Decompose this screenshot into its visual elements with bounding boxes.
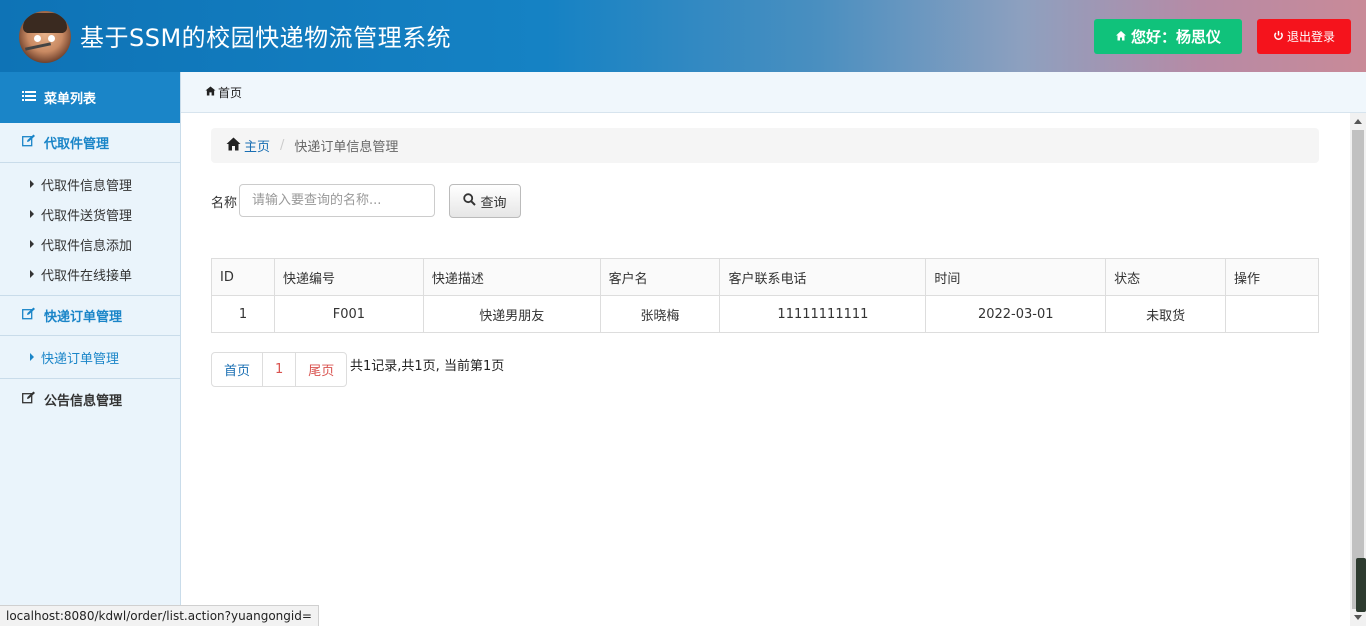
browser-status-bar: localhost:8080/kdwl/order/list.action?yu… [0,605,319,626]
user-greeting-text: 您好：杨思仪 [1130,28,1221,46]
caret-right-icon [30,180,34,188]
orders-table: ID 快递编号 快递描述 客户名 客户联系电话 时间 状态 操作 1 F001 … [211,258,1319,333]
table-row: 1 F001 快递男朋友 张晓梅 11111111111 2022-03-01 … [211,295,1319,333]
edit-icon [22,307,36,324]
main-content: 主页 / 快递订单信息管理 名称 查询 ID 快递编号 快递描述 客户名 客户联… [181,113,1350,626]
vertical-scrollbar[interactable] [1350,113,1366,626]
sidebar-group-notices[interactable]: 公告信息管理 [0,379,180,419]
home-icon [205,85,216,99]
app-header: 基于SSM的校园快递物流管理系统 您好：杨思仪 退出登录 [0,0,1366,72]
list-icon [22,90,36,106]
sidebar-group-pickup-items: 代取件信息管理 代取件送货管理 代取件信息添加 代取件在线接单 [0,163,180,296]
sidebar-item-pickup-delivery[interactable]: 代取件送货管理 [0,199,180,229]
power-icon [1273,30,1284,44]
tab-bar: 首页 [181,72,1366,113]
pagination: 首页 1 尾页 [211,352,348,387]
page-last-link[interactable]: 尾页 [296,353,346,386]
sidebar-group-orders[interactable]: 快递订单管理 [0,296,180,336]
edit-icon [22,391,36,408]
col-time: 时间 [925,258,1107,296]
col-actions: 操作 [1225,258,1319,296]
caret-right-icon [30,240,34,248]
page-number-link[interactable]: 1 [263,353,297,386]
col-status: 状态 [1105,258,1227,296]
logo-avatar [19,11,71,63]
cell-id: 1 [211,295,275,333]
col-desc: 快递描述 [422,258,601,296]
app-title: 基于SSM的校园快递物流管理系统 [80,24,452,52]
cell-actions [1225,295,1319,333]
edit-icon [22,134,36,151]
sidebar-item-pickup-add[interactable]: 代取件信息添加 [0,229,180,259]
sidebar-item-orders[interactable]: 快递订单管理 [0,342,180,372]
page-info: 共1记录,共1页, 当前第1页 [350,359,505,374]
caret-right-icon [30,210,34,218]
sidebar-item-pickup-online[interactable]: 代取件在线接单 [0,259,180,289]
search-label: 名称 [211,196,238,211]
search-input[interactable] [239,184,435,217]
home-icon [1115,28,1127,46]
sidebar-group-orders-items: 快递订单管理 [0,336,180,379]
tab-home[interactable]: 首页 [205,84,242,101]
breadcrumb-separator: / [280,138,285,153]
logout-label: 退出登录 [1286,30,1335,44]
search-button[interactable]: 查询 [449,184,521,218]
breadcrumb-current: 快递订单信息管理 [294,140,399,155]
sidebar-group-pickup[interactable]: 代取件管理 [0,123,180,163]
breadcrumb: 主页 / 快递订单信息管理 [211,128,1319,163]
sidebar-heading: 菜单列表 [0,72,180,123]
cell-customer: 张晓梅 [599,295,721,333]
cell-time: 2022-03-01 [925,295,1107,333]
sidebar-item-pickup-info[interactable]: 代取件信息管理 [0,169,180,199]
col-customer: 客户名 [599,258,721,296]
caret-right-icon [30,353,34,361]
col-code: 快递编号 [273,258,424,296]
cell-phone: 11111111111 [719,295,927,333]
logout-button[interactable]: 退出登录 [1257,19,1351,54]
search-icon [463,192,477,210]
scrollbar-thumb[interactable] [1352,130,1364,609]
table-header-row: ID 快递编号 快递描述 客户名 客户联系电话 时间 状态 操作 [211,258,1319,296]
caret-right-icon [30,270,34,278]
col-phone: 客户联系电话 [719,258,927,296]
side-widget [1356,558,1366,612]
scroll-up-arrow-icon[interactable] [1350,113,1366,130]
page-first-link[interactable]: 首页 [212,353,264,386]
col-id: ID [211,258,275,296]
user-greeting-button[interactable]: 您好：杨思仪 [1094,19,1242,54]
cell-code: F001 [273,295,424,333]
breadcrumb-home[interactable]: 主页 [226,136,270,155]
sidebar: 菜单列表 代取件管理 代取件信息管理 代取件送货管理 代取件信息添加 代取件在线… [0,72,181,626]
cell-status: 未取货 [1105,295,1227,333]
home-icon [226,137,241,155]
cell-desc: 快递男朋友 [422,295,601,333]
